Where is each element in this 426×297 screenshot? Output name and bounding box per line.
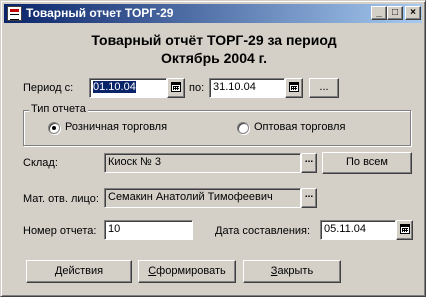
warehouse-field[interactable]: Киоск № 3 bbox=[104, 153, 301, 173]
actions-button-label: ействия bbox=[62, 265, 104, 277]
calendar-icon bbox=[400, 224, 410, 234]
minimize-button[interactable]: _ bbox=[371, 6, 387, 20]
period-from-value: 01.10.04 bbox=[93, 81, 136, 93]
retail-radio-label[interactable]: Розничная торговля bbox=[65, 121, 167, 133]
period-to-calendar-button[interactable] bbox=[285, 78, 303, 98]
form-report-button-accelerator: С bbox=[148, 265, 157, 277]
close-button[interactable]: Закрыть bbox=[243, 260, 341, 283]
period-to-label: по: bbox=[189, 82, 205, 94]
report-heading-line2: Октябрь 2004 г. bbox=[161, 50, 267, 66]
report-window-icon bbox=[7, 6, 22, 21]
wholesale-radio[interactable] bbox=[237, 122, 249, 134]
maximize-button[interactable]: □ bbox=[387, 6, 403, 20]
wholesale-radio-label[interactable]: Оптовая торговля bbox=[254, 121, 345, 133]
report-heading-line1: Товарный отчёт ТОРГ-29 за период bbox=[91, 32, 337, 48]
period-more-button[interactable]: ... bbox=[309, 78, 339, 98]
period-to-field[interactable]: 31.10.04 bbox=[209, 78, 285, 98]
compose-date-value: 05.11.04 bbox=[324, 223, 367, 235]
form-report-button-label: формировать bbox=[156, 265, 226, 277]
warehouse-label: Склад: bbox=[23, 157, 58, 169]
responsible-value: Семакин Анатолий Тимофеевич bbox=[108, 191, 273, 203]
window-title: Товарный отчет ТОРГ-29 bbox=[26, 6, 174, 20]
responsible-label: Мат. отв. лицо: bbox=[23, 193, 99, 205]
close-window-button[interactable]: × bbox=[405, 6, 421, 20]
period-from-label: Период с: bbox=[23, 82, 74, 94]
report-number-field[interactable]: 10 bbox=[104, 220, 193, 240]
responsible-field[interactable]: Семакин Анатолий Тимофеевич bbox=[104, 188, 301, 208]
compose-date-calendar-button[interactable] bbox=[396, 220, 413, 240]
responsible-select-button[interactable]: ... bbox=[301, 188, 317, 208]
calendar-icon bbox=[289, 82, 299, 92]
form-report-button[interactable]: Сформировать bbox=[138, 260, 236, 283]
report-type-legend: Тип отчета bbox=[29, 103, 88, 115]
compose-date-field[interactable]: 05.11.04 bbox=[320, 220, 396, 240]
calendar-icon bbox=[171, 82, 181, 92]
compose-date-label: Дата составления: bbox=[215, 225, 311, 237]
warehouse-value: Киоск № 3 bbox=[108, 156, 162, 168]
period-from-field[interactable]: 01.10.04 bbox=[89, 78, 167, 98]
actions-button[interactable]: Действия bbox=[26, 260, 132, 283]
warehouse-select-button[interactable]: ... bbox=[301, 153, 317, 173]
title-bar[interactable]: Товарный отчет ТОРГ-29 _ □ × bbox=[4, 4, 422, 23]
all-warehouses-button[interactable]: По всем bbox=[322, 152, 412, 174]
period-to-value: 31.10.04 bbox=[213, 81, 256, 93]
report-number-value: 10 bbox=[108, 223, 121, 235]
close-button-label: акрыть bbox=[277, 265, 314, 277]
report-number-label: Номер отчета: bbox=[23, 225, 97, 237]
report-window: Товарный отчет ТОРГ-29 _ □ × Товарный от… bbox=[0, 0, 426, 297]
period-from-calendar-button[interactable] bbox=[167, 78, 185, 98]
retail-radio[interactable] bbox=[48, 122, 60, 134]
